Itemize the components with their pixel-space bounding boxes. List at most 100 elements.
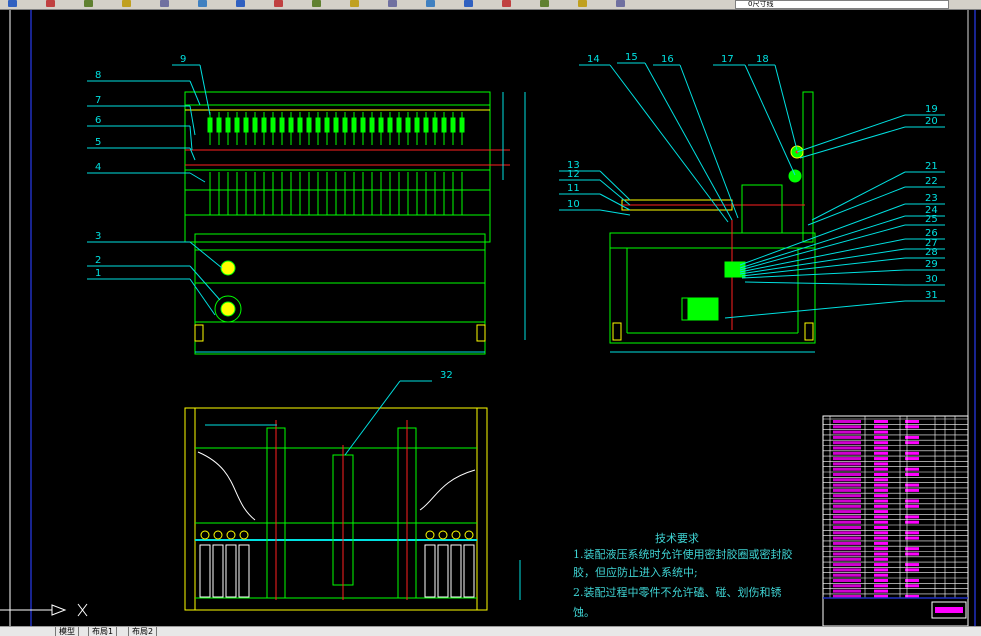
balloon-label: 9 <box>180 54 186 65</box>
ucs-icon <box>51 603 88 617</box>
balloon-label: 5 <box>95 137 101 148</box>
cylinder-head <box>464 530 474 540</box>
layer-dropdown[interactable]: 0尺寸线 <box>735 0 949 9</box>
leader-line <box>741 269 906 279</box>
tech-requirement-line: 1.装配液压系统时允许使用密封胶圈或密封胶 <box>573 548 793 561</box>
cylinder <box>238 544 250 598</box>
comb-head <box>297 117 303 133</box>
part-name <box>874 552 888 556</box>
layer-icon[interactable] <box>616 0 625 7</box>
part-code <box>833 541 861 545</box>
part-code <box>833 573 861 577</box>
redo-icon[interactable] <box>312 0 321 7</box>
cylinder <box>463 544 475 598</box>
balloon-label: 18 <box>756 54 769 65</box>
leader-line <box>739 215 906 269</box>
part-name <box>874 478 888 482</box>
comb-head <box>351 117 357 133</box>
tech-requirement-line: 胶，但应防止进入系统中; <box>573 566 698 579</box>
bottom-view <box>184 407 521 611</box>
comb-head <box>270 117 276 133</box>
cut-icon[interactable] <box>160 0 169 7</box>
part-code <box>833 457 861 461</box>
comb-head <box>306 117 312 133</box>
part-code <box>833 510 861 514</box>
leader-line <box>344 380 401 456</box>
part-name <box>874 420 888 423</box>
part-name <box>874 451 888 455</box>
paste-icon[interactable] <box>236 0 245 7</box>
cylinder-head <box>213 530 223 540</box>
part-code <box>833 478 861 482</box>
leader-line <box>599 179 631 206</box>
part-name <box>874 515 888 519</box>
part-code <box>833 467 861 471</box>
copy-icon[interactable] <box>198 0 207 7</box>
balloon-label: 21 <box>925 161 938 172</box>
part-code <box>833 446 861 450</box>
part-code <box>833 536 861 540</box>
leader-line <box>599 170 631 201</box>
text-style-icon[interactable] <box>464 0 473 7</box>
cylinder <box>199 544 211 598</box>
comb-head <box>450 117 456 133</box>
leader-line <box>599 193 631 211</box>
leader-line <box>744 281 906 286</box>
cylinder <box>424 544 436 598</box>
part-name <box>874 488 888 492</box>
balloon-label: 29 <box>925 259 938 270</box>
part-name <box>874 504 888 508</box>
balloon-label: 19 <box>925 104 938 115</box>
drawing-canvas[interactable]: 1 2 3 4 5 6 7 8 9 10 11 12 13 14 15 16 17 18 19 20 21 22 23 24 2… <box>0 10 981 627</box>
balloon-label: 1 <box>95 268 101 279</box>
balloon-label: 22 <box>925 176 938 187</box>
balloon-label: 20 <box>925 116 938 127</box>
zoom-icon[interactable] <box>46 0 55 7</box>
balloon-label: 25 <box>925 214 938 225</box>
cylinder <box>450 544 462 598</box>
zoom-previous-icon[interactable] <box>426 0 435 7</box>
balloon-label: 28 <box>925 247 938 258</box>
leader-line <box>189 125 193 151</box>
part-code <box>833 552 861 556</box>
cylinder <box>212 544 224 598</box>
table-icon[interactable] <box>540 0 549 7</box>
help-icon[interactable] <box>578 0 587 7</box>
part-name <box>874 584 888 588</box>
balloon-label: 15 <box>625 52 638 63</box>
leader-line <box>739 248 906 275</box>
part-code <box>833 435 861 439</box>
comb-head <box>396 117 402 133</box>
zoom-window-icon[interactable] <box>388 0 397 7</box>
part-name <box>874 510 888 514</box>
comb-head <box>360 117 366 133</box>
part-name <box>874 462 888 466</box>
comb-head <box>324 117 330 133</box>
comb-head <box>234 117 240 133</box>
balloon-label: 8 <box>95 70 101 81</box>
part-name <box>874 483 888 487</box>
part-code <box>833 420 861 423</box>
balloon-label: 32 <box>440 370 453 381</box>
part-code <box>833 579 861 582</box>
comb-head <box>216 117 222 133</box>
pan-icon[interactable] <box>8 0 17 7</box>
cylinder-head <box>438 530 448 540</box>
properties-icon[interactable] <box>84 0 93 7</box>
part-code <box>833 430 861 434</box>
part-code <box>833 494 861 498</box>
comb-head <box>441 117 447 133</box>
zoom-realtime-icon[interactable] <box>350 0 359 7</box>
comb-head <box>342 117 348 133</box>
balloon-label: 13 <box>567 160 580 171</box>
match-icon[interactable] <box>122 0 131 7</box>
balloon-label: 23 <box>925 193 938 204</box>
cylinder-head <box>451 530 461 540</box>
part-name <box>874 568 888 572</box>
undo-icon[interactable] <box>274 0 283 7</box>
part-code <box>833 568 861 572</box>
toolbar: 0尺寸线 <box>0 0 981 10</box>
leader-line <box>744 64 796 176</box>
dim-style-icon[interactable] <box>502 0 511 7</box>
leader-line <box>599 209 631 216</box>
